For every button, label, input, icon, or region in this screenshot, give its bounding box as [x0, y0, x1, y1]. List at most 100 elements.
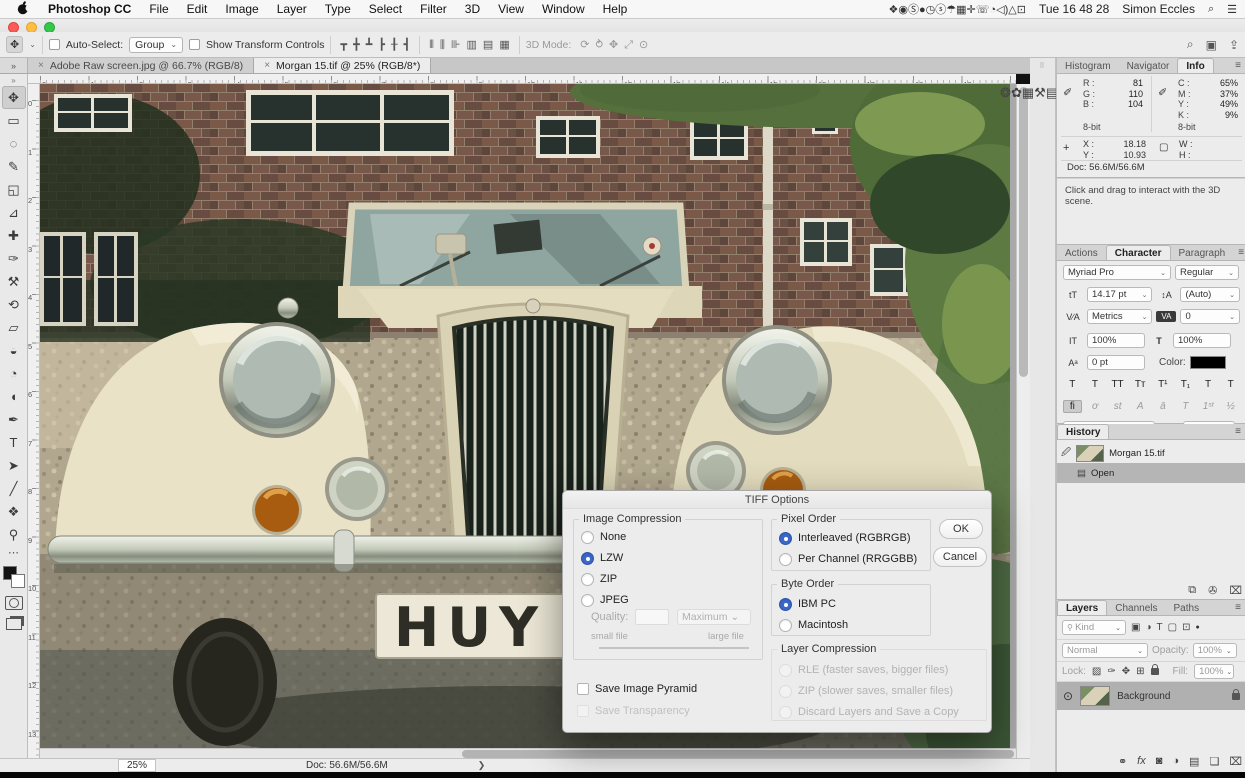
shape-tool[interactable]: ╱	[2, 477, 26, 500]
auto-select-checkbox[interactable]	[49, 39, 60, 50]
password-icon[interactable]: ▦	[956, 4, 966, 16]
quick-mask-button[interactable]	[5, 596, 23, 610]
slide-3d-icon[interactable]: ⤢	[621, 39, 636, 51]
menu-edit[interactable]: Edit	[178, 2, 217, 16]
apple-menu[interactable]	[8, 1, 39, 18]
tab-character[interactable]: Character	[1106, 245, 1171, 260]
history-snapshot-row[interactable]: 🖉 Morgan 15.tif	[1057, 443, 1245, 463]
orbit-3d-icon[interactable]: ⟳	[577, 39, 592, 51]
tab-adobe-raw-screen[interactable]: × Adobe Raw screen.jpg @ 66.7% (RGB/8)	[28, 58, 254, 73]
blend-mode-select[interactable]: Normal	[1062, 643, 1148, 658]
discretionary-ligatures-button[interactable]: st	[1108, 401, 1127, 412]
type-style-button[interactable]: T	[1199, 379, 1218, 390]
roll-3d-icon[interactable]: ⥁	[592, 39, 606, 51]
auto-select-target-select[interactable]: Group	[129, 37, 183, 53]
layer-thumbnail[interactable]	[1080, 686, 1110, 706]
save-transparency-checkbox[interactable]: Save Transparency	[577, 705, 690, 717]
radio-compression-lzw[interactable]: LZW	[581, 551, 623, 565]
new-layer-icon[interactable]: ❏	[1209, 755, 1219, 768]
tab-histogram[interactable]: Histogram	[1057, 59, 1119, 73]
dialog-title[interactable]: TIFF Options	[563, 491, 991, 509]
delete-state-icon[interactable]: ⌧	[1229, 584, 1242, 597]
tracking-select[interactable]: 0	[1180, 309, 1240, 324]
tab-paths[interactable]: Paths	[1166, 601, 1208, 615]
bluetooth-icon[interactable]: ✛	[967, 4, 976, 16]
tab-morgan-15[interactable]: × Morgan 15.tif @ 25% (RGB/8*)	[254, 58, 431, 73]
align-vcenter-icon[interactable]: ╋	[350, 39, 363, 51]
type-style-button[interactable]: T₁	[1176, 379, 1195, 390]
crop-tool[interactable]: ◱	[2, 178, 26, 201]
panel-icon-learn[interactable]: ❂	[1000, 85, 1011, 100]
filter-shape-layers-icon[interactable]: ▢	[1168, 622, 1177, 633]
new-document-from-state-icon[interactable]: ⧉	[1188, 584, 1196, 597]
ordinals-button[interactable]: 1ˢᵗ	[1199, 401, 1218, 412]
tab-channels[interactable]: Channels	[1107, 601, 1165, 615]
swash-button[interactable]: A	[1131, 401, 1150, 412]
layer-filter-select[interactable]: ⚲ Kind	[1062, 620, 1126, 635]
tab-layers[interactable]: Layers	[1057, 600, 1107, 615]
menubar-clock[interactable]: Tue 16 48 28	[1039, 2, 1109, 16]
menu-file[interactable]: File	[140, 2, 177, 16]
menu-photoshop[interactable]: Photoshop CC	[39, 2, 140, 16]
layer-visibility-icon[interactable]: ⊙	[1063, 689, 1073, 703]
eyedropper-tool[interactable]: ⊿	[2, 201, 26, 224]
delete-layer-icon[interactable]: ⌧	[1229, 755, 1242, 768]
type-style-button[interactable]: TT	[1108, 379, 1127, 390]
filter-toggle-icon[interactable]: ●	[1195, 624, 1199, 631]
horizontal-scrollbar[interactable]	[40, 748, 1016, 758]
scale-3d-icon[interactable]: ⊙	[636, 39, 651, 51]
new-snapshot-icon[interactable]: ✇	[1208, 584, 1217, 597]
clock-icon[interactable]: ◷	[926, 4, 936, 16]
gradient-tool[interactable]: ◒	[2, 339, 26, 362]
vertical-ruler[interactable]: 012345678910111213	[28, 84, 40, 758]
menu-filter[interactable]: Filter	[411, 2, 456, 16]
horizontal-scale-input[interactable]: 100%	[1173, 333, 1231, 348]
healing-brush-tool[interactable]: ✚	[2, 224, 26, 247]
new-adjustment-layer-icon[interactable]: ◑	[1172, 755, 1179, 768]
menu-view[interactable]: View	[489, 2, 533, 16]
add-layer-mask-icon[interactable]: ◙	[1156, 755, 1163, 768]
zoom-level-field[interactable]: 25%	[118, 759, 156, 772]
phone-icon[interactable]: ☏	[976, 4, 990, 16]
menu-select[interactable]: Select	[360, 2, 411, 16]
status-dot-icon[interactable]: ●	[919, 4, 926, 16]
menu-window[interactable]: Window	[533, 2, 594, 16]
panel-menu-icon[interactable]: ≡	[1233, 247, 1245, 260]
menu-layer[interactable]: Layer	[268, 2, 316, 16]
shield-icon[interactable]: Ⓢ	[908, 4, 919, 16]
lock-position-icon[interactable]: ✥	[1122, 666, 1130, 677]
font-size-select[interactable]: 14.17 pt	[1087, 287, 1152, 302]
notification-center-icon[interactable]: ☰	[1227, 3, 1237, 16]
history-step-open[interactable]: ▤ Open	[1057, 463, 1245, 483]
move-tool[interactable]: ✥	[2, 86, 26, 109]
baseline-shift-input[interactable]: 0 pt	[1087, 355, 1145, 370]
radio-zip-layers[interactable]: ZIP (slower saves, smaller files)	[779, 684, 953, 698]
lock-artboard-icon[interactable]: ⊞	[1136, 666, 1144, 677]
lock-image-icon[interactable]: ✑	[1107, 666, 1115, 677]
status-options-icon[interactable]: ❯	[478, 760, 486, 771]
tab-navigator[interactable]: Navigator	[1119, 59, 1178, 73]
type-style-button[interactable]: T	[1086, 379, 1105, 390]
tool-preset-chevron-icon[interactable]: ⌄	[29, 40, 36, 49]
save-image-pyramid-checkbox[interactable]: Save Image Pyramid	[577, 683, 697, 695]
panel-icon-patterns[interactable]: ▦	[1022, 85, 1034, 100]
pan-3d-icon[interactable]: ✥	[606, 39, 621, 51]
radio-per-channel[interactable]: Per Channel (RRGGBB)	[779, 552, 917, 566]
panel-menu-icon[interactable]: ≡	[1230, 426, 1245, 439]
quality-preset-select[interactable]: Maximum ⌄	[677, 609, 751, 625]
cancel-button[interactable]: Cancel	[933, 547, 987, 567]
type-style-button[interactable]: T	[1063, 379, 1082, 390]
radio-discard-layers[interactable]: Discard Layers and Save a Copy	[779, 705, 959, 719]
panel-icon-color[interactable]: ✿	[1011, 85, 1022, 100]
color-swatches[interactable]	[3, 566, 25, 588]
ok-button[interactable]: OK	[939, 519, 983, 539]
snapshot-thumbnail[interactable]	[1076, 445, 1104, 462]
quality-input[interactable]	[635, 609, 669, 625]
radio-rle[interactable]: RLE (faster saves, bigger files)	[779, 663, 948, 677]
distribute-right-icon[interactable]: ▦	[496, 39, 512, 51]
display-icon[interactable]: ⊡	[1017, 4, 1026, 16]
dropbox-icon[interactable]: ❖	[888, 4, 898, 16]
spotlight-icon[interactable]: ⌕	[1208, 3, 1214, 16]
search-icon[interactable]: ⌕	[1187, 37, 1194, 52]
lasso-tool[interactable]: ◌	[2, 132, 26, 155]
